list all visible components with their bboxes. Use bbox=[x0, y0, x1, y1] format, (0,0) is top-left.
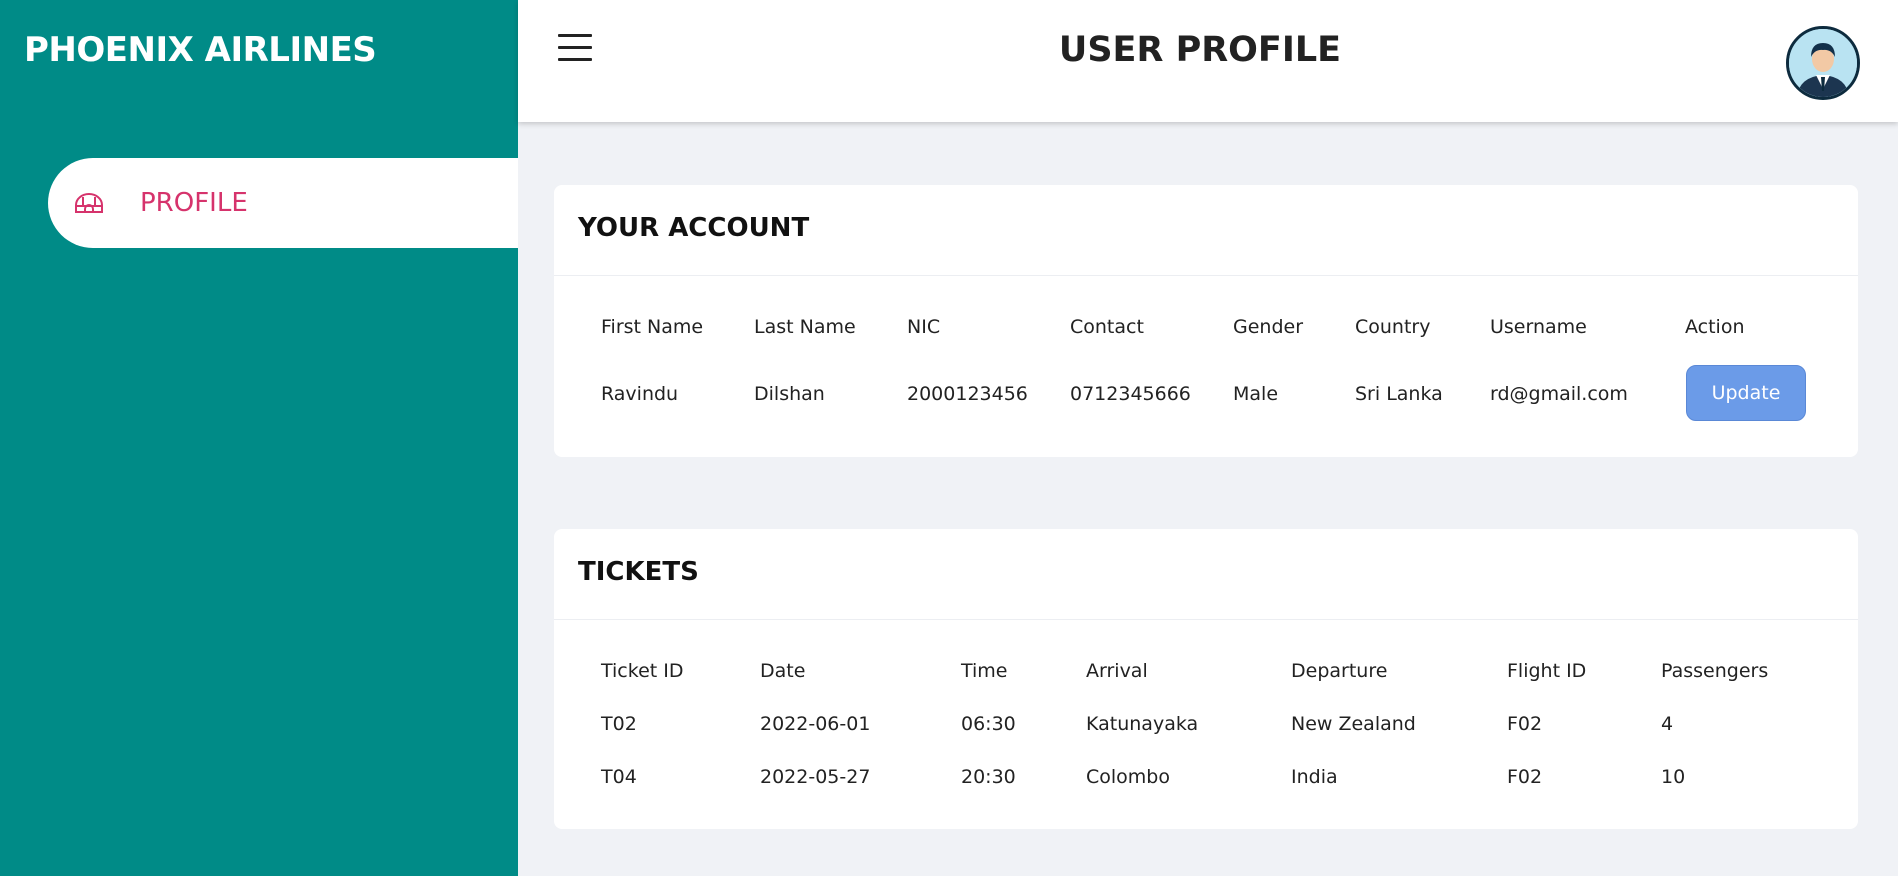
tickets-card-title: TICKETS bbox=[578, 557, 699, 587]
main-content: USER PROFILE YOUR ACCOUNT First Name Las… bbox=[518, 0, 1898, 876]
column-header-departure: Departure bbox=[1291, 660, 1388, 682]
account-first-name: Ravindu bbox=[601, 383, 679, 405]
ticket-arrival-cell: Colombo bbox=[1086, 766, 1170, 788]
column-header-last-name: Last Name bbox=[754, 316, 856, 338]
ticket-date-cell: 2022-06-01 bbox=[760, 713, 871, 735]
column-header-ticket-id: Ticket ID bbox=[601, 660, 684, 682]
column-header-nic: NIC bbox=[907, 316, 941, 338]
ticket-flight-id-cell: F02 bbox=[1507, 766, 1543, 788]
account-country: Sri Lanka bbox=[1355, 383, 1443, 405]
brand-logo-text: PHOENIX AIRLINES bbox=[24, 30, 377, 70]
account-contact: 0712345666 bbox=[1070, 383, 1191, 405]
account-gender: Male bbox=[1233, 383, 1279, 405]
account-card-title: YOUR ACCOUNT bbox=[578, 213, 810, 243]
account-last-name: Dilshan bbox=[754, 383, 825, 405]
account-card: YOUR ACCOUNT First Name Last Name NIC Co… bbox=[554, 185, 1858, 457]
column-header-passengers: Passengers bbox=[1661, 660, 1769, 682]
ticket-passengers-cell: 4 bbox=[1661, 713, 1674, 735]
divider bbox=[554, 275, 1858, 276]
ticket-id-cell: T02 bbox=[601, 713, 637, 735]
column-header-action: Action bbox=[1685, 316, 1745, 338]
account-nic: 2000123456 bbox=[907, 383, 1028, 405]
ticket-time-cell: 06:30 bbox=[961, 713, 1016, 735]
column-header-arrival: Arrival bbox=[1086, 660, 1148, 682]
sidebar: PHOENIX AIRLINES PROFILE bbox=[0, 0, 518, 876]
top-bar: USER PROFILE bbox=[518, 0, 1898, 122]
ticket-flight-id-cell: F02 bbox=[1507, 713, 1543, 735]
column-header-first-name: First Name bbox=[601, 316, 704, 338]
account-username: rd@gmail.com bbox=[1490, 383, 1628, 405]
column-header-time: Time bbox=[961, 660, 1008, 682]
ticket-departure-cell: India bbox=[1291, 766, 1338, 788]
update-button[interactable]: Update bbox=[1686, 365, 1806, 421]
igloo-icon bbox=[74, 189, 106, 217]
column-header-flight-id: Flight ID bbox=[1507, 660, 1587, 682]
ticket-passengers-cell: 10 bbox=[1661, 766, 1686, 788]
column-header-contact: Contact bbox=[1070, 316, 1144, 338]
column-header-gender: Gender bbox=[1233, 316, 1304, 338]
ticket-arrival-cell: Katunayaka bbox=[1086, 713, 1199, 735]
ticket-time-cell: 20:30 bbox=[961, 766, 1016, 788]
column-header-username: Username bbox=[1490, 316, 1587, 338]
page-title: USER PROFILE bbox=[1058, 30, 1342, 70]
tickets-card: TICKETS Ticket ID Date Time Arrival Depa… bbox=[554, 529, 1858, 829]
sidebar-item-profile[interactable]: PROFILE bbox=[48, 158, 518, 248]
column-header-date: Date bbox=[760, 660, 806, 682]
ticket-id-cell: T04 bbox=[601, 766, 637, 788]
user-avatar-icon[interactable] bbox=[1786, 26, 1860, 100]
divider bbox=[554, 619, 1858, 620]
ticket-departure-cell: New Zealand bbox=[1291, 713, 1416, 735]
sidebar-item-label: PROFILE bbox=[140, 188, 248, 218]
column-header-country: Country bbox=[1355, 316, 1431, 338]
ticket-date-cell: 2022-05-27 bbox=[760, 766, 871, 788]
